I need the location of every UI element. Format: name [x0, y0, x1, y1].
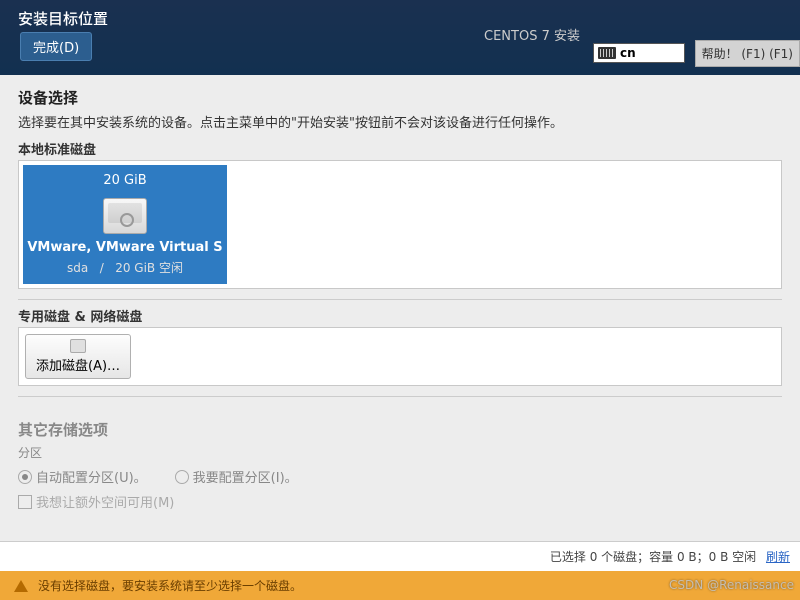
- extra-space-label: 我想让额外空间可用(M): [36, 494, 174, 509]
- other-storage-options: 其它存储选项 分区 自动配置分区(U)。 我要配置分区(I)。 我想让额外空间可…: [18, 419, 782, 509]
- keyboard-layout: cn: [620, 46, 636, 60]
- warning-icon: [14, 580, 28, 592]
- done-button[interactable]: 完成(D): [20, 32, 92, 61]
- selection-summary: 已选择 0 个磁盘；容量 0 B；0 B 空闲: [550, 550, 756, 564]
- page-title: 安装目标位置: [18, 8, 108, 29]
- add-disk-button[interactable]: 添加磁盘(A)…: [25, 334, 131, 379]
- keyboard-indicator[interactable]: cn: [593, 43, 685, 63]
- device-selection-helper: 选择要在其中安装系统的设备。点击主菜单中的"开始安装"按钮前不会对该设备进行任何…: [18, 112, 782, 131]
- other-storage-title: 其它存储选项: [18, 419, 782, 440]
- disk-size: 20 GiB: [103, 173, 146, 188]
- help-button[interactable]: 帮助！ (F1) (F1): [695, 40, 800, 67]
- local-disks-label: 本地标准磁盘: [18, 139, 782, 158]
- extra-space-checkbox[interactable]: [18, 495, 32, 509]
- local-disks-container: 20 GiB VMware, VMware Virtual S sda / 20…: [18, 160, 782, 289]
- add-disk-label: 添加磁盘(A)…: [36, 355, 120, 374]
- keyboard-icon: [598, 47, 616, 59]
- radio-icon: [18, 470, 32, 484]
- installer-header: 安装目标位置 完成(D) CENTOS 7 安装 cn 帮助！ (F1) (F1…: [0, 0, 800, 75]
- hard-disk-icon: [103, 198, 147, 234]
- warning-bar: 没有选择磁盘，要安装系统请至少选择一个磁盘。: [0, 571, 800, 600]
- disk-item-sda[interactable]: 20 GiB VMware, VMware Virtual S sda / 20…: [23, 165, 227, 284]
- radio-icon: [175, 470, 189, 484]
- add-disk-icon: [70, 339, 86, 353]
- special-disks-container: 添加磁盘(A)…: [18, 327, 782, 386]
- main-content: 设备选择 选择要在其中安装系统的设备。点击主菜单中的"开始安装"按钮前不会对该设…: [0, 75, 800, 509]
- warning-text: 没有选择磁盘，要安装系统请至少选择一个磁盘。: [38, 577, 302, 594]
- refresh-link[interactable]: 刷新: [766, 550, 790, 564]
- status-bar: 已选择 0 个磁盘；容量 0 B；0 B 空闲 刷新: [0, 541, 800, 571]
- special-disks-label: 专用磁盘 & 网络磁盘: [18, 306, 782, 325]
- disk-model: VMware, VMware Virtual S: [27, 240, 222, 255]
- product-label: CENTOS 7 安装: [484, 25, 580, 44]
- auto-partition-radio[interactable]: 自动配置分区(U)。: [18, 467, 147, 486]
- manual-partition-radio[interactable]: 我要配置分区(I)。: [175, 467, 298, 486]
- partition-label: 分区: [18, 444, 782, 461]
- device-selection-title: 设备选择: [18, 87, 782, 108]
- disk-free-info: sda / 20 GiB 空闲: [67, 259, 183, 276]
